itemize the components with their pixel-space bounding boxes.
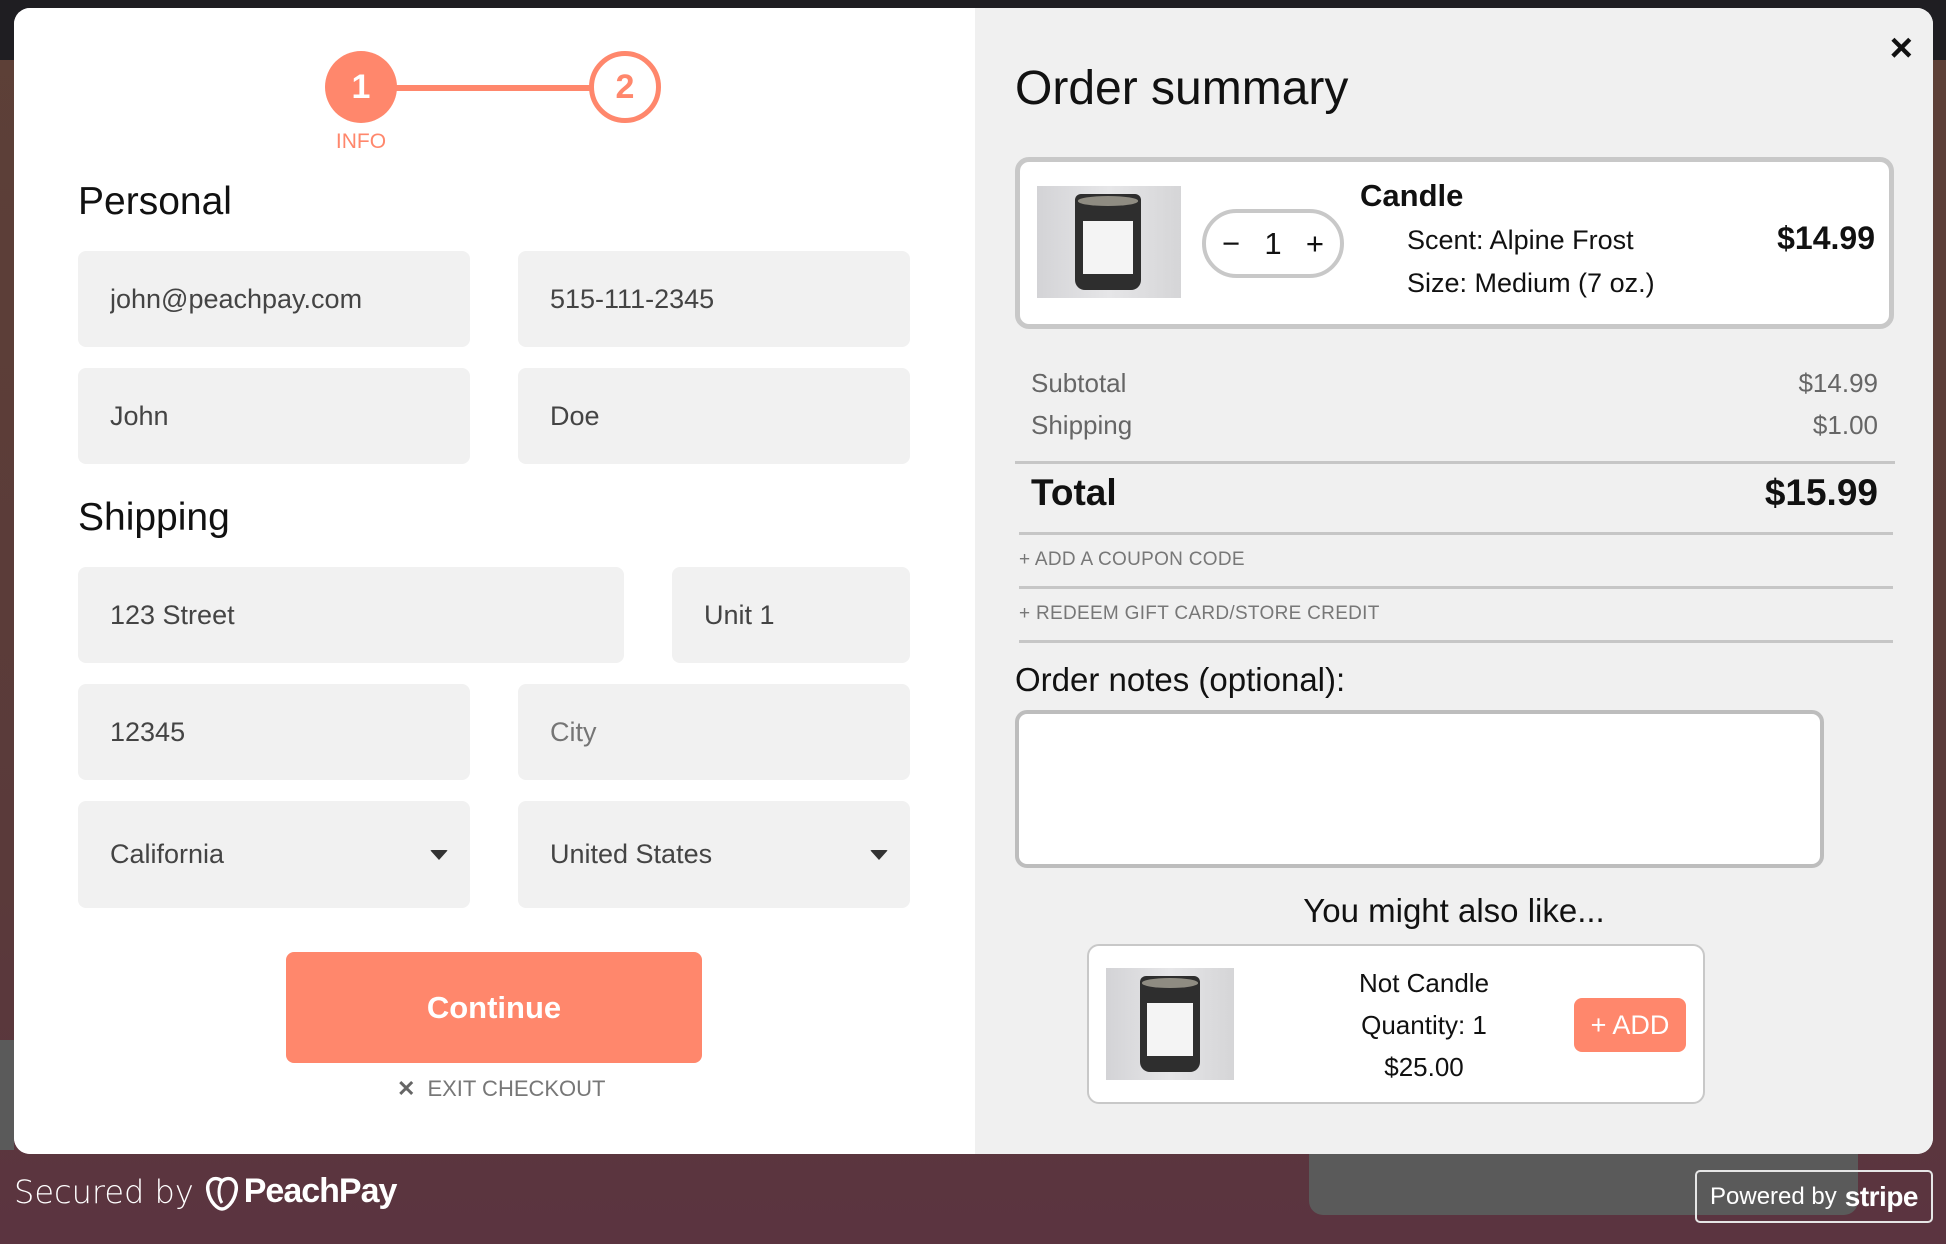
order-notes-input[interactable]	[1015, 710, 1824, 868]
chevron-down-icon	[870, 849, 888, 860]
powered-by-stripe-badge[interactable]: Powered by stripe	[1695, 1170, 1933, 1223]
candle-icon	[1140, 976, 1200, 1072]
exit-checkout-label: EXIT CHECKOUT	[427, 1076, 606, 1101]
redeem-gift-card-link[interactable]: + REDEEM GIFT CARD/STORE CREDIT	[1019, 603, 1380, 625]
phone-field[interactable]	[518, 251, 910, 347]
shipping-row: Shipping $1.00	[1031, 410, 1878, 441]
increment-button[interactable]: +	[1306, 226, 1324, 262]
order-summary-panel: × Order summary − 1 + Candle Scent: Alpi…	[975, 8, 1933, 1154]
step-1-label: INFO	[335, 130, 387, 153]
add-coupon-link[interactable]: + ADD A COUPON CODE	[1019, 549, 1245, 571]
step-2[interactable]: 2	[589, 51, 661, 123]
shipping-heading: Shipping	[78, 496, 230, 539]
postal-input[interactable]	[110, 684, 470, 780]
country-select[interactable]: United States	[518, 801, 910, 908]
state-value: California	[110, 839, 225, 869]
recommendation-quantity: Quantity: 1	[1361, 1010, 1487, 1040]
secured-by-badge: Secured by PeachPay	[14, 1172, 397, 1211]
total-label: Total	[1031, 472, 1117, 513]
recommendation-card: Not Candle Quantity: 1 $25.00 + ADD	[1087, 944, 1705, 1104]
subtotal-value: $14.99	[1798, 368, 1878, 398]
peachpay-brand: PeachPay	[243, 1172, 398, 1210]
close-icon[interactable]: ×	[1890, 28, 1913, 68]
peach-icon	[205, 1176, 238, 1211]
continue-button[interactable]: Continue	[286, 952, 702, 1063]
last-name-input[interactable]	[550, 368, 910, 464]
exit-checkout-link[interactable]: ✕ EXIT CHECKOUT	[397, 1076, 606, 1102]
quantity-value: 1	[1264, 225, 1282, 261]
total-value: $15.99	[1764, 472, 1878, 513]
peachpay-logo: PeachPay	[204, 1172, 397, 1211]
secured-by-label: Secured by	[14, 1172, 194, 1211]
order-notes-label: Order notes (optional):	[1015, 661, 1346, 698]
personal-heading: Personal	[78, 180, 232, 223]
total-row: Total $15.99	[1031, 472, 1878, 514]
shipping-value: $1.00	[1812, 410, 1878, 440]
unit-input[interactable]	[704, 567, 910, 663]
city-input[interactable]	[550, 684, 910, 780]
decrement-button[interactable]: −	[1222, 226, 1240, 262]
product-image	[1037, 186, 1181, 298]
email-input[interactable]	[110, 251, 470, 347]
stripe-logo: stripe	[1844, 1180, 1919, 1212]
stepper-line	[394, 85, 592, 91]
recommendation-price: $25.00	[1384, 1052, 1464, 1082]
order-summary-title: Order summary	[1015, 62, 1349, 115]
first-name-field[interactable]	[78, 368, 470, 464]
step-1[interactable]: 1	[325, 51, 397, 123]
item-size: Size: Medium (7 oz.)	[1407, 268, 1655, 298]
email-field[interactable]	[78, 251, 470, 347]
address-input[interactable]	[110, 567, 624, 663]
close-icon: ✕	[397, 1076, 416, 1101]
add-recommendation-button[interactable]: + ADD	[1574, 998, 1686, 1052]
checkout-modal: 1 2 INFO Personal Shipping Califo	[14, 8, 1933, 1154]
country-value: United States	[550, 839, 713, 869]
divider	[1019, 532, 1893, 535]
subtotal-row: Subtotal $14.99	[1031, 368, 1878, 399]
candle-icon	[1075, 194, 1141, 290]
last-name-field[interactable]	[518, 368, 910, 464]
info-panel: 1 2 INFO Personal Shipping Califo	[14, 8, 975, 1154]
background-element	[0, 1040, 14, 1150]
item-name: Candle	[1360, 178, 1464, 213]
recommendations-title: You might also like...	[1303, 892, 1605, 929]
chevron-down-icon	[430, 849, 448, 860]
powered-by-label: Powered by	[1710, 1182, 1837, 1210]
phone-input[interactable]	[550, 251, 910, 347]
state-select[interactable]: California	[78, 801, 470, 908]
divider	[1019, 586, 1893, 589]
cart-item: − 1 + Candle Scent: Alpine Frost Size: M…	[1015, 157, 1894, 329]
quantity-stepper[interactable]: − 1 +	[1202, 209, 1344, 278]
city-field[interactable]	[518, 684, 910, 780]
recommendation-name: Not Candle	[1358, 968, 1490, 998]
divider	[1019, 640, 1893, 643]
unit-field[interactable]	[672, 567, 910, 663]
divider	[1015, 461, 1895, 464]
address-field[interactable]	[78, 567, 624, 663]
postal-field[interactable]	[78, 684, 470, 780]
shipping-label: Shipping	[1031, 410, 1133, 440]
item-price: $14.99	[1777, 220, 1875, 256]
subtotal-label: Subtotal	[1031, 368, 1127, 398]
first-name-input[interactable]	[110, 368, 470, 464]
item-scent: Scent: Alpine Frost	[1407, 225, 1634, 255]
product-image	[1106, 968, 1234, 1080]
